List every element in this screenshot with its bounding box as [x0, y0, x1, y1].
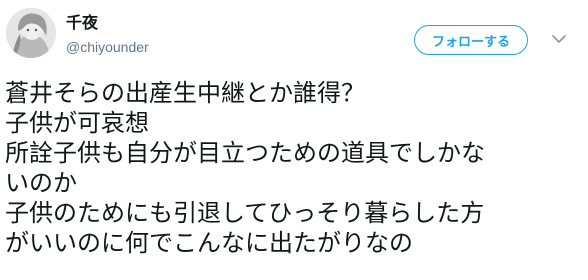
tweet-text-line: 蒼井そらの出産生中継とか誰得？ [5, 79, 365, 107]
tweet-text: 蒼井そらの出産生中継とか誰得？ 子供が可哀想 所詮子供も自分が目立つための道具で… [5, 78, 585, 258]
user-handle[interactable]: @chiyounder [66, 38, 149, 56]
user-name[interactable]: 千夜 [66, 13, 98, 33]
tweet-card: 千夜 @chiyounder フォローする 蒼井そらの出産生中継とか誰得？ 子供… [0, 0, 588, 280]
tweet-text-line: いのか [5, 169, 77, 197]
chevron-down-icon[interactable] [551, 31, 567, 47]
tweet-text-line: がいいのに何でこんなに出たがりなの [5, 229, 413, 257]
tweet-text-line: 子供のためにも引退してひっそり暮らした方 [5, 199, 485, 227]
avatar[interactable] [6, 8, 56, 58]
tweet-text-line: 子供が可哀想 [5, 109, 149, 137]
follow-button[interactable]: フォローする [414, 25, 528, 55]
tweet-text-line: 所詮子供も自分が目立つための道具でしかな [5, 139, 485, 167]
avatar-image [6, 8, 56, 58]
